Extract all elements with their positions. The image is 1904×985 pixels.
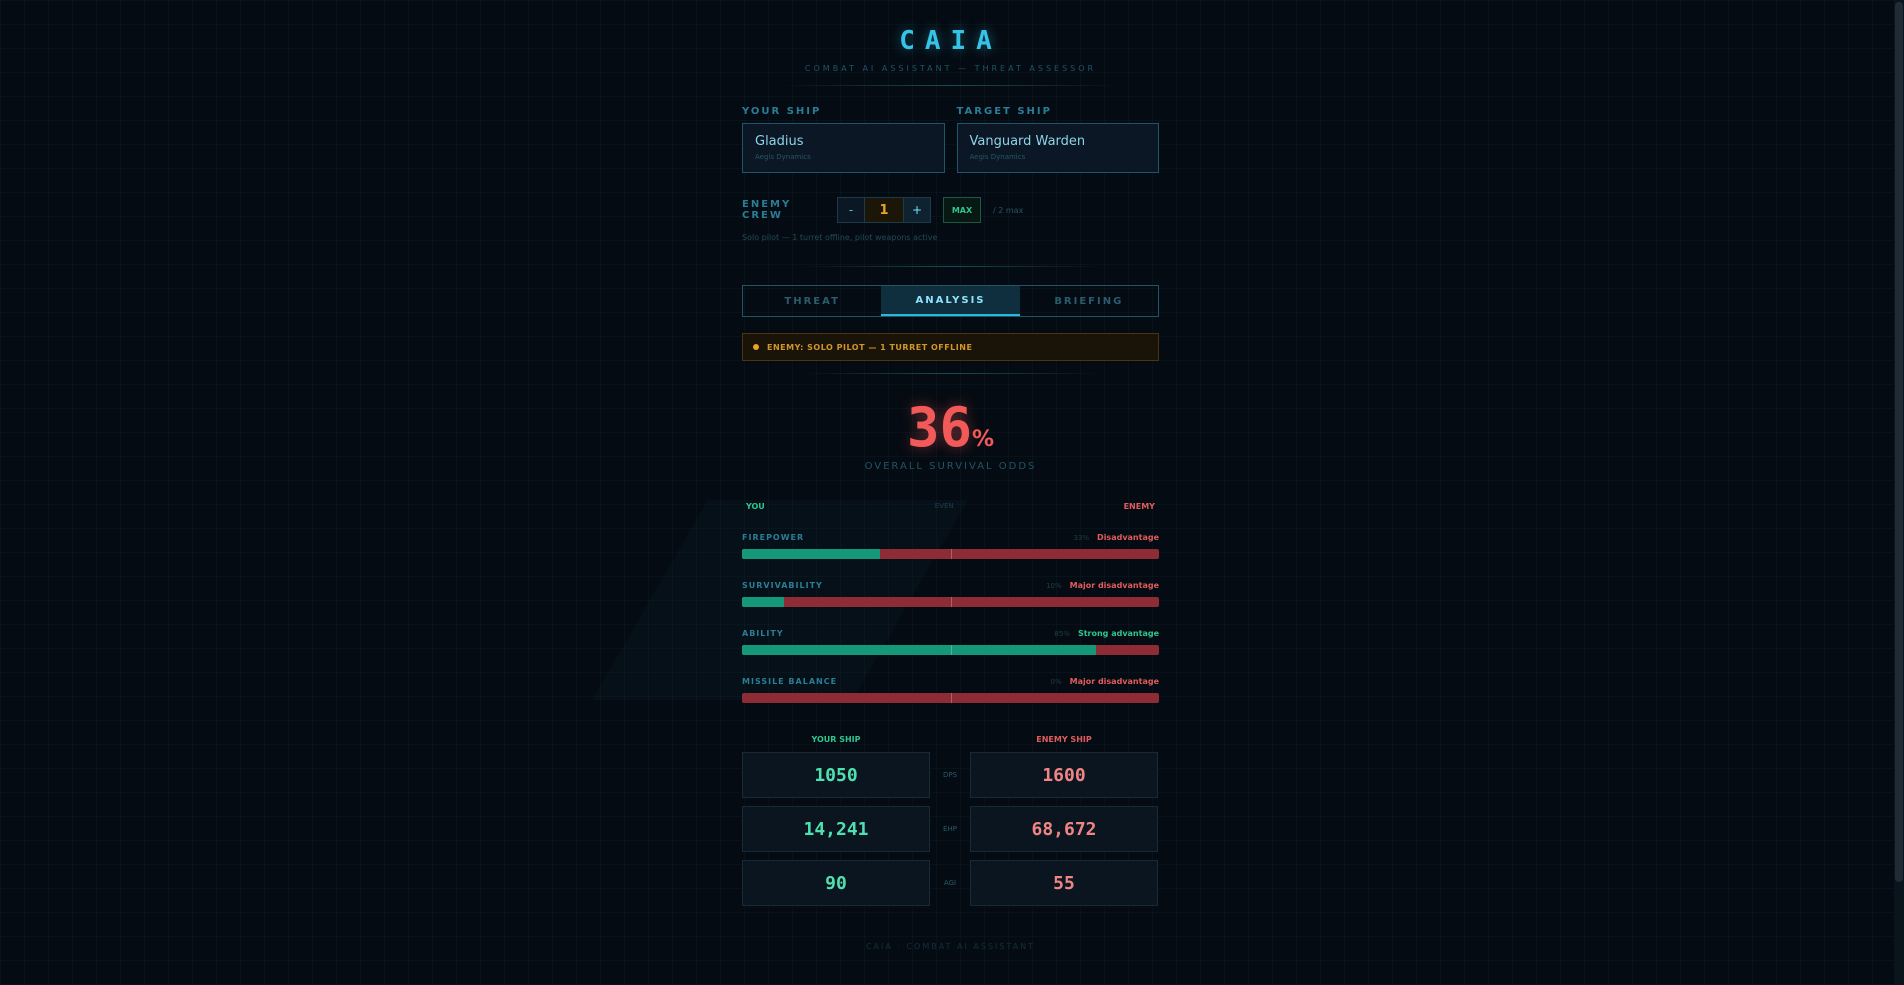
metric-name: ABILITY: [742, 629, 784, 638]
crew-note: Solo pilot — 1 turret offline, pilot wea…: [742, 233, 938, 242]
crew-max-button[interactable]: MAX: [943, 197, 981, 223]
metric-bar: [742, 549, 1159, 559]
your-dps-value: 1050: [742, 752, 930, 798]
tab-threat[interactable]: THREAT: [743, 286, 881, 316]
divider: [780, 85, 1121, 86]
enemy-dps-value: 1600: [970, 752, 1158, 798]
metric-bar-midline: [950, 645, 952, 655]
page-scrollbar[interactable]: [1894, 0, 1904, 985]
target-ship-name: Vanguard Warden: [969, 134, 1086, 149]
metric-bar: [742, 645, 1159, 655]
metric-name: SURVIVABILITY: [742, 581, 823, 590]
app-subtitle: COMBAT AI ASSISTANT — THREAT ASSESSOR: [804, 64, 1097, 73]
warning-dot-icon: [753, 344, 759, 350]
divider: [800, 266, 1101, 267]
survival-odds: 36% OVERALL SURVIVAL ODDS: [742, 396, 1159, 472]
metric-percent: 85%: [1054, 629, 1070, 638]
app-title: CAIA: [899, 26, 1002, 56]
tab-briefing[interactable]: BRIEFING: [1020, 286, 1158, 316]
target-ship-label: TARGET SHIP: [956, 106, 1052, 117]
scale-even-label: EVEN: [934, 502, 954, 510]
metric-bar: [742, 597, 1159, 607]
survival-odds-unit: %: [971, 427, 995, 452]
tab-analysis[interactable]: ANALYSIS: [881, 286, 1020, 316]
metric-bar-midline: [950, 693, 952, 703]
tab-bar: THREAT ANALYSIS BRIEFING: [742, 285, 1159, 317]
ship-selection: YOUR SHIP Gladius Aegis Dynamics TARGET …: [742, 106, 1159, 173]
metric-verdict: Disadvantage: [1097, 533, 1159, 542]
metric-name: FIREPOWER: [742, 533, 805, 542]
balance-scale: YOU EVEN ENEMY: [742, 502, 1159, 511]
target-ship-selector[interactable]: Vanguard Warden Aegis Dynamics: [956, 123, 1159, 173]
metric-verdict: Strong advantage: [1077, 629, 1159, 638]
target-ship-maker: Aegis Dynamics: [969, 153, 1026, 161]
crew-max-note: / 2 max: [993, 205, 1024, 215]
compare-enemy-ship-header: ENEMY SHIP: [1036, 735, 1092, 744]
metric-percent: 0%: [1050, 677, 1062, 686]
your-ship-maker: Aegis Dynamics: [755, 153, 811, 161]
your-ehp-value: 14,241: [742, 806, 930, 852]
crew-count-value[interactable]: 1: [864, 198, 904, 222]
metric-missile-balance: MISSILE BALANCE 0% Major disadvantage: [742, 677, 1159, 703]
enemy-crew-stepper: - 1 +: [837, 197, 931, 223]
metric-name: MISSILE BALANCE: [742, 677, 838, 686]
scrollbar-thumb[interactable]: [1895, 2, 1903, 882]
compare-row-agi: 90 AGI 55: [742, 860, 1159, 906]
comparison-header: YOUR SHIP ENEMY SHIP: [742, 735, 1159, 744]
agi-label: AGI: [943, 879, 957, 887]
your-agi-value: 90: [742, 860, 930, 906]
enemy-agi-value: 55: [970, 860, 1158, 906]
enemy-crew-label: ENEMY CREW: [742, 199, 792, 221]
comparison-table: 1050 DPS 1600 14,241 EHP 68,672 90 AGI 5…: [742, 752, 1159, 906]
metric-firepower: FIREPOWER 33% Disadvantage: [742, 533, 1159, 559]
enemy-ehp-value: 68,672: [970, 806, 1158, 852]
scale-you-label: YOU: [746, 502, 765, 511]
your-ship-label: YOUR SHIP: [742, 106, 822, 117]
your-ship-column: YOUR SHIP Gladius Aegis Dynamics: [742, 106, 945, 173]
metric-bar-fill: [742, 645, 1097, 655]
target-ship-column: TARGET SHIP Vanguard Warden Aegis Dynami…: [956, 106, 1159, 173]
enemy-crew-row: ENEMY CREW - 1 + MAX / 2 max: [742, 197, 1159, 223]
metric-survivability: SURVIVABILITY 10% Major disadvantage: [742, 581, 1159, 607]
survival-odds-label: OVERALL SURVIVAL ODDS: [864, 461, 1037, 472]
main-panel: CAIA COMBAT AI ASSISTANT — THREAT ASSESS…: [742, 0, 1159, 951]
compare-row-ehp: 14,241 EHP 68,672: [742, 806, 1159, 852]
metric-verdict: Major disadvantage: [1069, 581, 1159, 590]
crew-decrement-button[interactable]: -: [838, 198, 864, 222]
divider: [800, 373, 1101, 374]
metric-bar: [742, 693, 1159, 703]
scale-enemy-label: ENEMY: [1123, 502, 1155, 511]
metrics-list: FIREPOWER 33% Disadvantage SURVIVABILITY…: [742, 533, 1159, 703]
footer-text: CAIA · COMBAT AI ASSISTANT: [865, 942, 1036, 951]
enemy-status-alert: ENEMY: SOLO PILOT — 1 TURRET OFFLINE: [742, 333, 1159, 361]
dps-label: DPS: [942, 771, 958, 779]
compare-row-dps: 1050 DPS 1600: [742, 752, 1159, 798]
survival-odds-value: 36: [906, 396, 972, 459]
metric-ability: ABILITY 85% Strong advantage: [742, 629, 1159, 655]
metric-bar-fill: [742, 549, 880, 559]
crew-increment-button[interactable]: +: [904, 198, 930, 222]
metric-verdict: Major disadvantage: [1069, 677, 1159, 686]
metric-percent: 10%: [1046, 581, 1062, 590]
metric-percent: 33%: [1073, 533, 1090, 542]
your-ship-selector[interactable]: Gladius Aegis Dynamics: [742, 123, 945, 173]
alert-text: ENEMY: SOLO PILOT — 1 TURRET OFFLINE: [767, 342, 973, 352]
metric-bar-midline: [950, 549, 952, 559]
metric-bar-midline: [950, 597, 952, 607]
metric-bar-fill: [742, 597, 784, 607]
compare-your-ship-header: YOUR SHIP: [811, 735, 861, 744]
ehp-label: EHP: [943, 825, 957, 833]
your-ship-name: Gladius: [755, 134, 804, 149]
